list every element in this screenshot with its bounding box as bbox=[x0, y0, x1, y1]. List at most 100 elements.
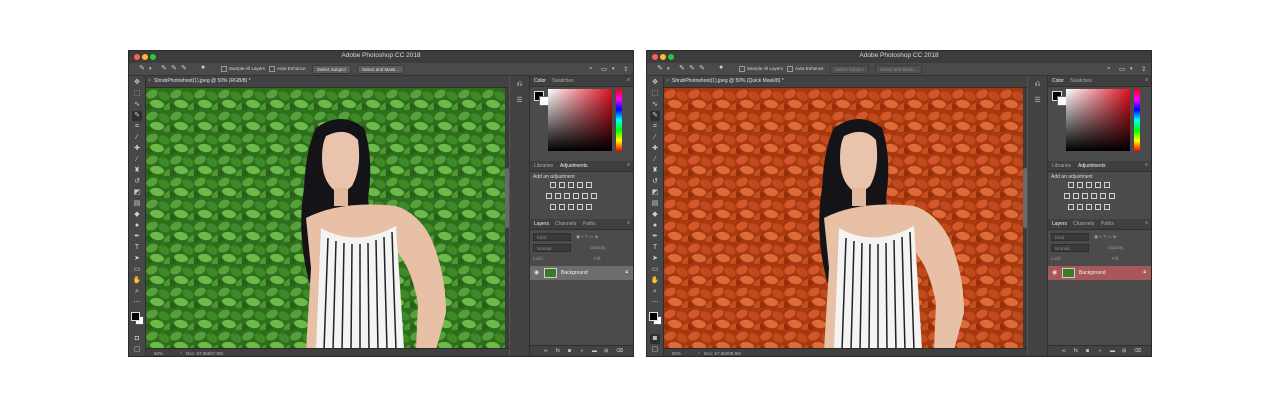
workspace-icon[interactable]: ▭ bbox=[601, 65, 607, 73]
document-tab[interactable]: × ShrubPhotoshoot(1).jpeg @ 50% (Quick M… bbox=[664, 76, 1027, 88]
layer-style-icon[interactable]: fx bbox=[1074, 348, 1078, 354]
history-brush-icon[interactable]: ↺ bbox=[132, 177, 142, 187]
foreground-color-swatch[interactable] bbox=[131, 312, 140, 321]
group-icon[interactable]: ▬ bbox=[592, 348, 597, 354]
filter-icons[interactable]: ▣ ◐ T ▭ ◈ bbox=[1094, 234, 1116, 240]
marquee-tool-icon[interactable]: ⬚ bbox=[650, 89, 660, 99]
pen-tool-icon[interactable]: ✒ bbox=[650, 232, 660, 242]
chevron-down-icon[interactable]: ▾ bbox=[612, 66, 615, 72]
eye-icon[interactable]: ◉ bbox=[534, 269, 539, 276]
canvas[interactable] bbox=[664, 88, 1027, 350]
tab-channels[interactable]: Channels bbox=[1073, 221, 1094, 227]
filter-icons[interactable]: ▣ ◐ T ▭ ◈ bbox=[576, 234, 598, 240]
tab-libraries[interactable]: Libraries bbox=[1052, 163, 1071, 169]
invert-icon[interactable] bbox=[550, 204, 556, 210]
trash-icon[interactable]: ⌫ bbox=[1134, 348, 1141, 354]
eyedropper-tool-icon[interactable]: ⁄ bbox=[650, 133, 660, 143]
vibrance-icon[interactable] bbox=[1104, 182, 1110, 188]
tab-paths[interactable]: Paths bbox=[583, 221, 596, 227]
clone-stamp-icon[interactable]: ♜ bbox=[132, 166, 142, 176]
adjustment-layer-icon[interactable]: ◑ bbox=[580, 348, 583, 354]
layer-name[interactable]: Background bbox=[1079, 270, 1106, 276]
brightness-icon[interactable] bbox=[1068, 182, 1074, 188]
chevron-right-icon[interactable]: › bbox=[180, 350, 182, 356]
workspace-icon[interactable]: ▭ bbox=[1119, 65, 1125, 73]
add-mask-icon[interactable]: ◙ bbox=[1086, 348, 1089, 354]
add-to-selection-icon[interactable]: ✎ bbox=[689, 64, 695, 72]
chevron-down-icon[interactable]: ▾ bbox=[149, 66, 152, 72]
screen-mode-icon[interactable]: ▢ bbox=[650, 345, 660, 355]
color-balance-icon[interactable] bbox=[1073, 193, 1079, 199]
new-layer-icon[interactable]: ⊞ bbox=[1122, 348, 1126, 354]
color-picker-field[interactable] bbox=[1066, 89, 1130, 151]
path-selection-icon[interactable]: ➤ bbox=[650, 254, 660, 264]
tab-adjustments[interactable]: Adjustments bbox=[1078, 163, 1106, 169]
new-selection-icon[interactable]: ✎ bbox=[161, 64, 167, 72]
brush-tool-icon[interactable]: ⁄ bbox=[132, 155, 142, 165]
panel-menu-icon[interactable]: ≡ bbox=[1145, 162, 1148, 168]
type-tool-icon[interactable]: T bbox=[132, 243, 142, 253]
link-layers-icon[interactable]: ∞ bbox=[544, 348, 548, 354]
lasso-tool-icon[interactable]: ∿ bbox=[650, 100, 660, 110]
quick-selection-tool-icon[interactable]: ✎ bbox=[132, 111, 142, 121]
subtract-from-selection-icon[interactable]: ✎ bbox=[699, 64, 705, 72]
photo-filter-icon[interactable] bbox=[573, 193, 579, 199]
tab-paths[interactable]: Paths bbox=[1101, 221, 1114, 227]
panel-menu-icon[interactable]: ≡ bbox=[1145, 77, 1148, 83]
type-tool-icon[interactable]: T bbox=[650, 243, 660, 253]
threshold-icon[interactable] bbox=[1086, 204, 1092, 210]
subtract-from-selection-icon[interactable]: ✎ bbox=[181, 64, 187, 72]
chevron-down-icon[interactable]: ▾ bbox=[1130, 66, 1133, 72]
add-mask-icon[interactable]: ◙ bbox=[568, 348, 571, 354]
search-icon[interactable]: ⌕ bbox=[1107, 65, 1111, 73]
canvas[interactable] bbox=[146, 88, 509, 350]
properties-panel-icon[interactable]: ☰ bbox=[1033, 96, 1042, 105]
pen-tool-icon[interactable]: ✒ bbox=[132, 232, 142, 242]
curves-icon[interactable] bbox=[568, 182, 574, 188]
move-tool-icon[interactable]: ✥ bbox=[132, 78, 142, 88]
more-tools-icon[interactable]: ⋯ bbox=[132, 298, 142, 308]
zoom-level[interactable]: 50% bbox=[672, 351, 681, 356]
tab-swatches[interactable]: Swatches bbox=[1070, 78, 1092, 84]
vertical-scrollbar[interactable] bbox=[505, 88, 509, 348]
tab-adjustments[interactable]: Adjustments bbox=[560, 163, 588, 169]
eyedropper-tool-icon[interactable]: ⁄ bbox=[132, 133, 142, 143]
healing-brush-icon[interactable]: ✚ bbox=[650, 144, 660, 154]
blend-mode-select[interactable]: Normal bbox=[533, 244, 571, 252]
lock-icon[interactable]: 🔒︎ bbox=[1143, 269, 1146, 275]
select-subject-button[interactable]: Select Subject bbox=[312, 65, 351, 74]
marquee-tool-icon[interactable]: ⬚ bbox=[132, 89, 142, 99]
quick-selection-tool-icon[interactable]: ✎ bbox=[657, 64, 663, 72]
new-layer-icon[interactable]: ⊞ bbox=[604, 348, 608, 354]
auto-enhance-checkbox[interactable]: Auto-Enhance bbox=[269, 65, 306, 73]
blur-tool-icon[interactable]: ◆ bbox=[650, 210, 660, 220]
eye-icon[interactable]: ◉ bbox=[1052, 269, 1057, 276]
clone-stamp-icon[interactable]: ♜ bbox=[650, 166, 660, 176]
share-icon[interactable]: ⇪ bbox=[1141, 65, 1146, 73]
shape-tool-icon[interactable]: ▭ bbox=[132, 265, 142, 275]
hue-saturation-icon[interactable] bbox=[1064, 193, 1070, 199]
brush-size-icon[interactable]: ● bbox=[201, 64, 205, 71]
levels-icon[interactable] bbox=[559, 182, 565, 188]
panel-menu-icon[interactable]: ≡ bbox=[627, 220, 630, 226]
channel-mixer-icon[interactable] bbox=[1100, 193, 1106, 199]
close-icon[interactable]: × bbox=[148, 78, 151, 84]
tab-swatches[interactable]: Swatches bbox=[552, 78, 574, 84]
properties-panel-icon[interactable]: ☰ bbox=[515, 96, 524, 105]
layer-name[interactable]: Background bbox=[561, 270, 588, 276]
link-layers-icon[interactable]: ∞ bbox=[1062, 348, 1066, 354]
trash-icon[interactable]: ⌫ bbox=[616, 348, 623, 354]
tab-libraries[interactable]: Libraries bbox=[534, 163, 553, 169]
chevron-right-icon[interactable]: › bbox=[698, 350, 700, 356]
panel-menu-icon[interactable]: ≡ bbox=[627, 77, 630, 83]
posterize-icon[interactable] bbox=[559, 204, 565, 210]
group-icon[interactable]: ▬ bbox=[1110, 348, 1115, 354]
gradient-tool-icon[interactable]: ▤ bbox=[650, 199, 660, 209]
tab-color[interactable]: Color bbox=[534, 78, 546, 84]
brush-tool-icon[interactable]: ⁄ bbox=[650, 155, 660, 165]
healing-brush-icon[interactable]: ✚ bbox=[132, 144, 142, 154]
color-balance-icon[interactable] bbox=[555, 193, 561, 199]
scroll-thumb[interactable] bbox=[1023, 168, 1027, 228]
auto-enhance-checkbox[interactable]: Auto-Enhance bbox=[787, 65, 824, 73]
vertical-scrollbar[interactable] bbox=[1023, 88, 1027, 348]
